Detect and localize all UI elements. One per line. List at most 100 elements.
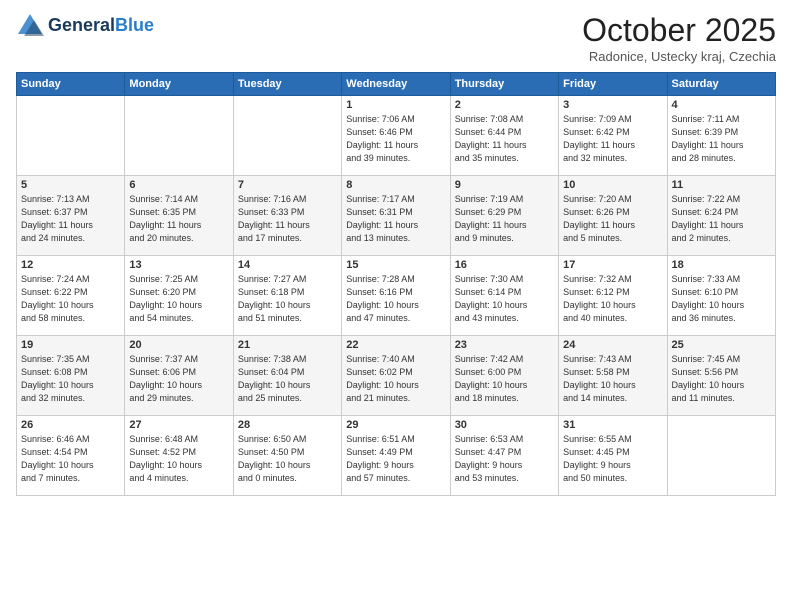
day-number: 19: [21, 339, 120, 351]
day-number: 3: [563, 99, 662, 111]
calendar-week-4: 19 Sunrise: 7:35 AM Sunset: 6:08 PM Dayli…: [17, 336, 776, 416]
day-number: 24: [563, 339, 662, 351]
logo-general: General: [48, 15, 115, 35]
day-info: Sunrise: 6:48 AM Sunset: 4:52 PM Dayligh…: [129, 433, 228, 485]
day-number: 18: [672, 259, 771, 271]
day-info: Sunrise: 7:42 AM Sunset: 6:00 PM Dayligh…: [455, 353, 554, 405]
day-number: 10: [563, 179, 662, 191]
day-info: Sunrise: 7:20 AM Sunset: 6:26 PM Dayligh…: [563, 193, 662, 245]
day-number: 16: [455, 259, 554, 271]
location: Radonice, Ustecky kraj, Czechia: [582, 49, 776, 64]
calendar-cell: 13 Sunrise: 7:25 AM Sunset: 6:20 PM Dayli…: [125, 256, 233, 336]
logo-blue: Blue: [115, 15, 154, 35]
day-info: Sunrise: 6:51 AM Sunset: 4:49 PM Dayligh…: [346, 433, 445, 485]
calendar-cell: 26 Sunrise: 6:46 AM Sunset: 4:54 PM Dayli…: [17, 416, 125, 496]
day-number: 27: [129, 419, 228, 431]
day-number: 29: [346, 419, 445, 431]
col-saturday: Saturday: [667, 73, 775, 96]
day-number: 25: [672, 339, 771, 351]
day-info: Sunrise: 7:25 AM Sunset: 6:20 PM Dayligh…: [129, 273, 228, 325]
day-number: 22: [346, 339, 445, 351]
day-info: Sunrise: 6:50 AM Sunset: 4:50 PM Dayligh…: [238, 433, 337, 485]
day-number: 28: [238, 419, 337, 431]
day-info: Sunrise: 7:32 AM Sunset: 6:12 PM Dayligh…: [563, 273, 662, 325]
day-info: Sunrise: 7:08 AM Sunset: 6:44 PM Dayligh…: [455, 113, 554, 165]
day-number: 11: [672, 179, 771, 191]
col-wednesday: Wednesday: [342, 73, 450, 96]
day-info: Sunrise: 7:30 AM Sunset: 6:14 PM Dayligh…: [455, 273, 554, 325]
day-number: 5: [21, 179, 120, 191]
day-info: Sunrise: 7:09 AM Sunset: 6:42 PM Dayligh…: [563, 113, 662, 165]
day-number: 7: [238, 179, 337, 191]
day-number: 12: [21, 259, 120, 271]
day-info: Sunrise: 7:14 AM Sunset: 6:35 PM Dayligh…: [129, 193, 228, 245]
day-info: Sunrise: 7:27 AM Sunset: 6:18 PM Dayligh…: [238, 273, 337, 325]
calendar-cell: 2 Sunrise: 7:08 AM Sunset: 6:44 PM Daylig…: [450, 96, 558, 176]
calendar-week-5: 26 Sunrise: 6:46 AM Sunset: 4:54 PM Dayli…: [17, 416, 776, 496]
calendar-cell: 28 Sunrise: 6:50 AM Sunset: 4:50 PM Dayli…: [233, 416, 341, 496]
day-number: 2: [455, 99, 554, 111]
day-number: 4: [672, 99, 771, 111]
calendar-cell: 22 Sunrise: 7:40 AM Sunset: 6:02 PM Dayli…: [342, 336, 450, 416]
day-info: Sunrise: 6:55 AM Sunset: 4:45 PM Dayligh…: [563, 433, 662, 485]
calendar-week-1: 1Sunrise: 7:06 AM Sunset: 6:46 PM Daylig…: [17, 96, 776, 176]
col-monday: Monday: [125, 73, 233, 96]
calendar-cell: 31 Sunrise: 6:55 AM Sunset: 4:45 PM Dayli…: [559, 416, 667, 496]
logo: GeneralBlue: [16, 12, 154, 40]
day-number: 30: [455, 419, 554, 431]
calendar-cell: 19 Sunrise: 7:35 AM Sunset: 6:08 PM Dayli…: [17, 336, 125, 416]
calendar-cell: 29 Sunrise: 6:51 AM Sunset: 4:49 PM Dayli…: [342, 416, 450, 496]
day-info: Sunrise: 7:37 AM Sunset: 6:06 PM Dayligh…: [129, 353, 228, 405]
day-number: 1: [346, 99, 445, 111]
day-info: Sunrise: 6:46 AM Sunset: 4:54 PM Dayligh…: [21, 433, 120, 485]
calendar-cell: 10 Sunrise: 7:20 AM Sunset: 6:26 PM Dayli…: [559, 176, 667, 256]
day-info: Sunrise: 7:35 AM Sunset: 6:08 PM Dayligh…: [21, 353, 120, 405]
calendar-cell: 23 Sunrise: 7:42 AM Sunset: 6:00 PM Dayli…: [450, 336, 558, 416]
calendar-cell: 18 Sunrise: 7:33 AM Sunset: 6:10 PM Dayli…: [667, 256, 775, 336]
day-info: Sunrise: 7:11 AM Sunset: 6:39 PM Dayligh…: [672, 113, 771, 165]
calendar-week-2: 5Sunrise: 7:13 AM Sunset: 6:37 PM Daylig…: [17, 176, 776, 256]
day-number: 26: [21, 419, 120, 431]
day-info: Sunrise: 7:45 AM Sunset: 5:56 PM Dayligh…: [672, 353, 771, 405]
calendar-cell: 8Sunrise: 7:17 AM Sunset: 6:31 PM Daylig…: [342, 176, 450, 256]
day-number: 20: [129, 339, 228, 351]
day-info: Sunrise: 7:40 AM Sunset: 6:02 PM Dayligh…: [346, 353, 445, 405]
calendar-cell: 5Sunrise: 7:13 AM Sunset: 6:37 PM Daylig…: [17, 176, 125, 256]
calendar-header-row: Sunday Monday Tuesday Wednesday Thursday…: [17, 73, 776, 96]
day-number: 6: [129, 179, 228, 191]
day-info: Sunrise: 7:38 AM Sunset: 6:04 PM Dayligh…: [238, 353, 337, 405]
calendar-cell: 16 Sunrise: 7:30 AM Sunset: 6:14 PM Dayli…: [450, 256, 558, 336]
calendar-cell: 6 Sunrise: 7:14 AM Sunset: 6:35 PM Daylig…: [125, 176, 233, 256]
day-info: Sunrise: 7:19 AM Sunset: 6:29 PM Dayligh…: [455, 193, 554, 245]
calendar-cell: [125, 96, 233, 176]
day-number: 9: [455, 179, 554, 191]
header: GeneralBlue October 2025 Radonice, Ustec…: [16, 12, 776, 64]
col-sunday: Sunday: [17, 73, 125, 96]
calendar-cell: 30Sunrise: 6:53 AM Sunset: 4:47 PM Dayli…: [450, 416, 558, 496]
day-number: 13: [129, 259, 228, 271]
day-number: 15: [346, 259, 445, 271]
month-title: October 2025: [582, 12, 776, 49]
calendar-cell: 14Sunrise: 7:27 AM Sunset: 6:18 PM Dayli…: [233, 256, 341, 336]
calendar-cell: 11 Sunrise: 7:22 AM Sunset: 6:24 PM Dayli…: [667, 176, 775, 256]
calendar-cell: 17 Sunrise: 7:32 AM Sunset: 6:12 PM Dayli…: [559, 256, 667, 336]
day-number: 23: [455, 339, 554, 351]
logo-icon: [16, 12, 44, 40]
calendar-cell: 12Sunrise: 7:24 AM Sunset: 6:22 PM Dayli…: [17, 256, 125, 336]
calendar-cell: 4 Sunrise: 7:11 AM Sunset: 6:39 PM Daylig…: [667, 96, 775, 176]
calendar-cell: 25 Sunrise: 7:45 AM Sunset: 5:56 PM Dayli…: [667, 336, 775, 416]
calendar-cell: 20 Sunrise: 7:37 AM Sunset: 6:06 PM Dayli…: [125, 336, 233, 416]
col-thursday: Thursday: [450, 73, 558, 96]
calendar-cell: 27 Sunrise: 6:48 AM Sunset: 4:52 PM Dayli…: [125, 416, 233, 496]
day-number: 17: [563, 259, 662, 271]
day-info: Sunrise: 7:33 AM Sunset: 6:10 PM Dayligh…: [672, 273, 771, 325]
calendar-cell: [667, 416, 775, 496]
day-info: Sunrise: 7:28 AM Sunset: 6:16 PM Dayligh…: [346, 273, 445, 325]
day-info: Sunrise: 7:22 AM Sunset: 6:24 PM Dayligh…: [672, 193, 771, 245]
title-area: October 2025 Radonice, Ustecky kraj, Cze…: [582, 12, 776, 64]
calendar-week-3: 12Sunrise: 7:24 AM Sunset: 6:22 PM Dayli…: [17, 256, 776, 336]
logo-text: GeneralBlue: [48, 16, 154, 36]
calendar-cell: 21Sunrise: 7:38 AM Sunset: 6:04 PM Dayli…: [233, 336, 341, 416]
day-number: 8: [346, 179, 445, 191]
day-number: 31: [563, 419, 662, 431]
